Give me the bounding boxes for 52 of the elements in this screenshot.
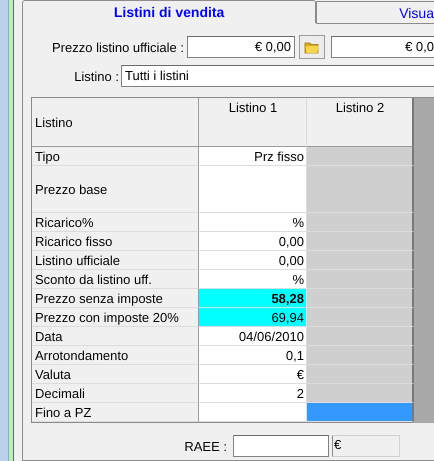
folder-button[interactable] [299, 35, 325, 59]
table-cell[interactable] [307, 166, 414, 213]
column-header: Listino 1 [199, 98, 307, 147]
row-label: Ricarico% [32, 213, 199, 232]
field-label: Prezzo listino ufficiale : [51, 40, 185, 54]
listino-field[interactable]: Tutti i listini [121, 65, 434, 87]
table-cell[interactable] [307, 308, 414, 327]
table-cell[interactable] [307, 289, 414, 308]
column-header: Listino [32, 98, 199, 147]
table-cell[interactable] [307, 384, 414, 403]
raee-field[interactable] [233, 435, 329, 457]
row-label: Listino ufficiale [32, 251, 199, 270]
field-label: Listino : [73, 68, 120, 84]
table-cell[interactable] [307, 346, 414, 365]
field-label: RAEE : [183, 438, 228, 454]
table-cell[interactable]: 0,00 [199, 232, 307, 251]
row-label: Fino a PZ [32, 403, 199, 422]
table-cell[interactable] [307, 327, 414, 346]
row-label: Ricarico fisso [32, 232, 199, 251]
table-cell[interactable] [307, 270, 414, 289]
table-cell[interactable] [307, 251, 414, 270]
row-label: Sconto da listino uff. [32, 270, 199, 289]
table-cell[interactable]: % [199, 270, 307, 289]
row-label: Data [32, 327, 199, 346]
table-cell[interactable]: 04/06/2010 [199, 327, 307, 346]
row-label: Prezzo con imposte 20% [32, 308, 199, 327]
row-label: Tipo [32, 147, 199, 166]
table-cell[interactable] [307, 232, 414, 251]
table-cell[interactable]: 2 [199, 384, 307, 403]
table-cell[interactable] [307, 365, 414, 384]
folder-icon [304, 40, 320, 54]
table-cell[interactable]: % [199, 213, 307, 232]
table-cell[interactable] [307, 213, 414, 232]
table-cell[interactable] [307, 403, 414, 422]
table-cell[interactable] [307, 147, 414, 166]
table-cell[interactable]: 0,1 [199, 346, 307, 365]
price-field[interactable]: € 0,0 [331, 36, 434, 58]
row-label: Arrotondamento [32, 346, 199, 365]
unit-field: € [332, 435, 400, 457]
row-label: Prezzo base [32, 166, 199, 213]
row-label: Valuta [32, 365, 199, 384]
column-header: Listino 2 [307, 98, 414, 147]
row-label: Prezzo senza imposte [32, 289, 199, 308]
table-cell[interactable]: 0,00 [199, 251, 307, 270]
tab[interactable]: Visua [316, 1, 434, 24]
table-cell[interactable]: 58,28 [199, 289, 307, 308]
row-label: Decimali [32, 384, 199, 403]
tab[interactable]: Listini di vendita [22, 0, 316, 23]
table-cell[interactable]: € [199, 365, 307, 384]
table-cell[interactable]: 69,94 [199, 308, 307, 327]
table-cell[interactable]: Prz fisso [199, 147, 307, 166]
price-field[interactable]: € 0,00 [187, 36, 295, 58]
